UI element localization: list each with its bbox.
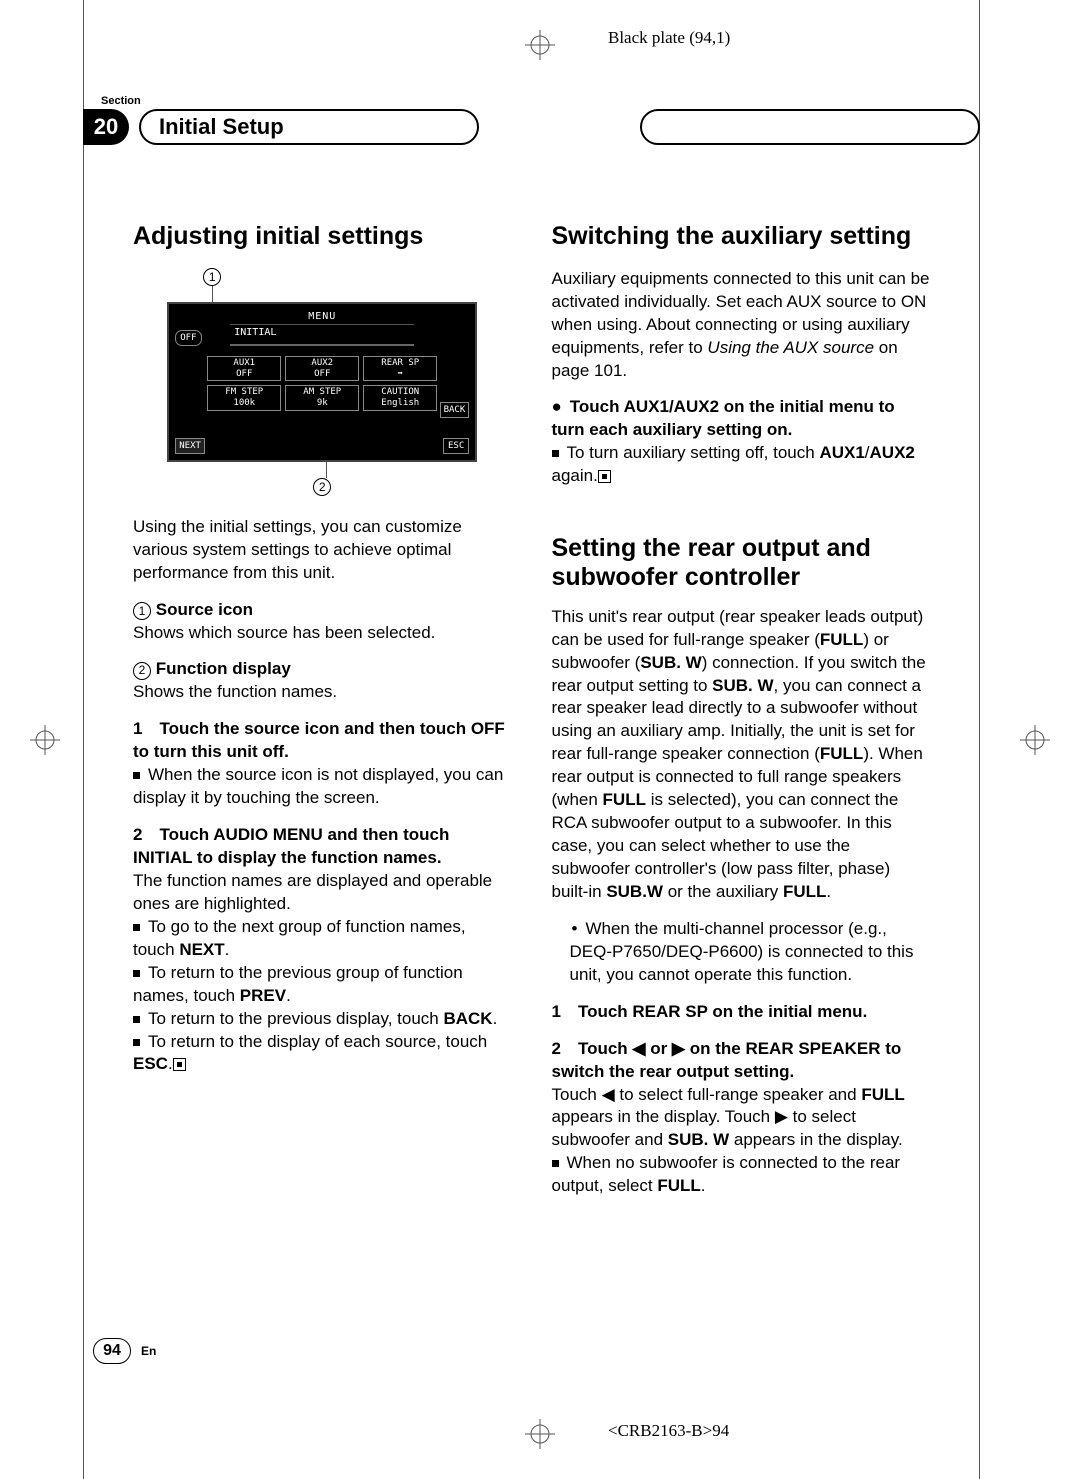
screen-btn-amstep: AM STEP9k	[285, 385, 359, 411]
right-column: Switching the auxiliary setting Auxiliar…	[552, 220, 931, 1212]
screen-back-btn: BACK	[440, 402, 470, 418]
square-bullet-icon	[133, 1032, 148, 1051]
rear-step2: 2 Touch ◀ or ▶ on the REAR SPEAKER to sw…	[552, 1038, 931, 1199]
step2: 2 Touch AUDIO MENU and then touch INITIA…	[133, 824, 512, 1076]
square-bullet-icon	[552, 1153, 567, 1172]
callout-1: 1	[203, 268, 221, 286]
screen-figure: 1 OFF MENU INITIAL AUX1OFF AUX2OFF REAR …	[167, 268, 477, 496]
page-number: 94	[93, 1338, 131, 1364]
square-bullet-icon	[133, 1009, 148, 1028]
callout2-desc: 2 Function display Shows the function na…	[133, 658, 512, 704]
callout1-desc: 1 Source icon Shows which source has bee…	[133, 599, 512, 645]
screen-menu-label: MENU	[230, 310, 414, 326]
screen-next-btn: NEXT	[175, 438, 205, 454]
square-bullet-icon	[552, 443, 567, 462]
rear-body: This unit's rear output (rear speaker le…	[552, 606, 931, 904]
section-header: 20 Initial Setup	[83, 109, 980, 145]
language-label: En	[141, 1344, 156, 1358]
rear-note: When the multi-channel processor (e.g., …	[552, 918, 931, 987]
screen-initial-label: INITIAL	[230, 325, 414, 346]
screen-esc-btn: ESC	[443, 438, 469, 454]
rear-step1: 1 Touch REAR SP on the initial menu.	[552, 1001, 931, 1024]
crop-mark-icon	[1020, 725, 1050, 755]
screen-btn-aux2: AUX2OFF	[285, 356, 359, 382]
section-title: Initial Setup	[139, 109, 479, 145]
intro-text: Using the initial settings, you can cust…	[133, 516, 512, 585]
plate-label: Black plate (94,1)	[608, 28, 730, 48]
aux-lead: Touch AUX1/AUX2 on the initial menu to t…	[552, 396, 931, 488]
screen-off-icon: OFF	[175, 330, 201, 346]
screen-btn-fmstep: FM STEP100k	[207, 385, 281, 411]
header-pill-empty	[640, 109, 980, 145]
device-screen: OFF MENU INITIAL AUX1OFF AUX2OFF REAR SP…	[167, 302, 477, 462]
callout-2: 2	[313, 478, 331, 496]
end-mark-icon	[173, 1058, 186, 1071]
step1: 1 Touch the source icon and then touch O…	[133, 718, 512, 810]
round-bullet-icon	[552, 397, 570, 416]
crop-mark-icon	[30, 725, 60, 755]
square-bullet-icon	[133, 765, 148, 784]
screen-btn-rearsp: REAR SP➡	[363, 356, 437, 382]
end-mark-icon	[598, 470, 611, 483]
square-bullet-icon	[133, 963, 148, 982]
left-column: Adjusting initial settings 1 OFF MENU IN…	[133, 220, 512, 1212]
heading-adjusting: Adjusting initial settings	[133, 220, 512, 254]
crop-mark-icon	[525, 1419, 555, 1449]
page-footer: 94 En	[93, 1338, 156, 1364]
section-number-badge: 20	[83, 109, 129, 145]
heading-rear: Setting the rear output and subwoofer co…	[552, 534, 931, 592]
square-bullet-icon	[133, 917, 148, 936]
aux-intro: Auxiliary equipments connected to this u…	[552, 268, 931, 383]
crop-mark-icon	[525, 30, 555, 60]
heading-aux: Switching the auxiliary setting	[552, 220, 931, 254]
section-label: Section	[101, 95, 980, 107]
dot-bullet-icon	[570, 919, 586, 938]
doc-code: <CRB2163-B>94	[608, 1421, 729, 1441]
screen-btn-aux1: AUX1OFF	[207, 356, 281, 382]
screen-btn-caution: CAUTIONEnglish	[363, 385, 437, 411]
